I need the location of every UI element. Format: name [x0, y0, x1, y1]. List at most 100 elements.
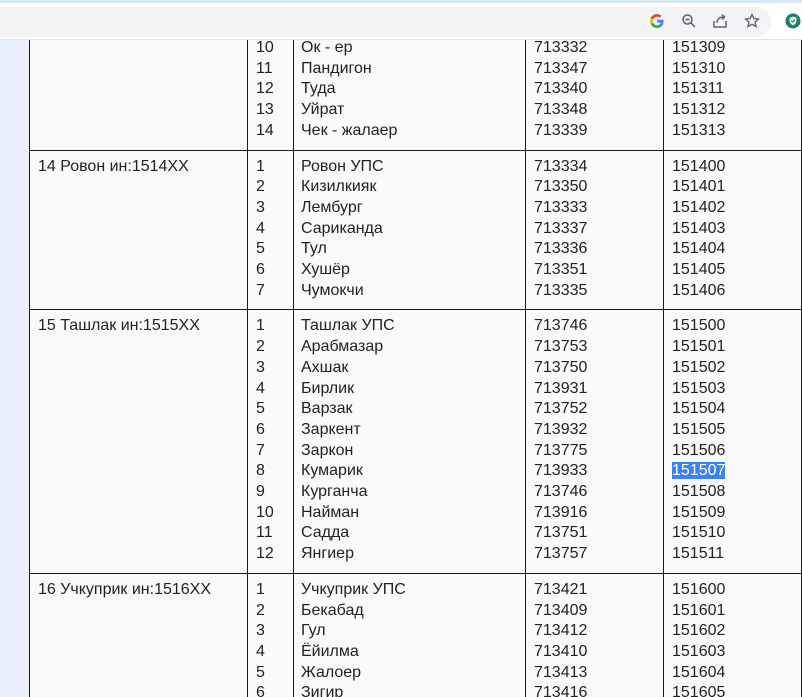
locality-code: 713746	[534, 483, 588, 501]
locality-code-line: 713746	[534, 482, 663, 503]
locality-name: Зигир	[301, 684, 344, 697]
postal-index-line: 151400	[672, 157, 801, 178]
extension-shield-icon[interactable]	[782, 10, 802, 32]
row-number: 5	[256, 240, 265, 258]
locality-code: 713931	[534, 379, 588, 397]
district-row: 16 Учкуприк ин:1516XX 1 2 3 4 5 6 Учкуприк УПС Б…	[29, 572, 802, 697]
postal-index-line: 151508	[672, 482, 801, 503]
locality-name-line: Ташлак УПС	[301, 316, 525, 337]
postal-index-line: 151506	[672, 441, 801, 462]
postal-index: 151313	[672, 121, 726, 139]
postal-index-line: 151401	[672, 177, 801, 198]
locality-code-line: 713413	[534, 663, 663, 684]
locality-code: 713332	[534, 40, 588, 56]
browser-toolbar	[0, 3, 802, 40]
postal-index-line: 151509	[672, 503, 801, 524]
locality-code-line: 713752	[534, 399, 663, 420]
locality-code: 713336	[534, 240, 588, 258]
postal-index: 151400	[672, 157, 726, 175]
postal-index: 151404	[672, 240, 726, 258]
row-number: 1	[256, 317, 265, 335]
page-content: 10 11 12 13 14 Ок - ер Пандигон Туда Уйрат Чек - …	[29, 40, 802, 697]
row-number: 5	[256, 400, 265, 418]
locality-code: 713753	[534, 338, 588, 356]
postal-index: 151601	[672, 601, 726, 619]
locality-code: 713339	[534, 121, 588, 139]
locality-name-line: Ёйилма	[301, 642, 525, 663]
locality-code-line: 713340	[534, 79, 663, 100]
row-number: 1	[256, 157, 265, 175]
postal-index-line: 151504	[672, 399, 801, 420]
row-number: 7	[256, 281, 265, 299]
row-number-line: 5	[256, 663, 293, 684]
row-number: 1	[256, 580, 265, 598]
locality-name-column: Ровон УПС Кизилкияк Лембург Сариканда Тул Хуш…	[293, 149, 526, 311]
postal-index: 151310	[672, 59, 726, 77]
locality-code-line: 713334	[534, 157, 663, 178]
postal-index: 151504	[672, 400, 726, 418]
selected-postal-index: 151507	[672, 462, 726, 480]
postal-index-line: 151312	[672, 100, 801, 121]
locality-code-line: 713746	[534, 316, 663, 337]
district-row: 15 Ташлак ин:1515XX 1 2 3 4 5 6 7 8 9 10 11 12 Ташлак…	[29, 309, 802, 574]
locality-code-line: 713339	[534, 121, 663, 142]
postal-index: 151309	[672, 40, 726, 56]
postal-index-line: 151600	[672, 580, 801, 601]
locality-code-line: 713916	[534, 503, 663, 524]
google-icon[interactable]	[646, 10, 668, 32]
locality-name-line: Бирлик	[301, 379, 525, 400]
locality-name: Ровон УПС	[301, 157, 384, 175]
row-number: 10	[256, 40, 274, 56]
row-number-line: 4	[256, 379, 293, 400]
locality-name-line: Кумарик	[301, 461, 525, 482]
locality-name: Садда	[301, 524, 350, 542]
row-number-line: 10	[256, 503, 293, 524]
locality-name: Ёйилма	[301, 642, 359, 660]
row-number-line: 7	[256, 281, 293, 302]
locality-name-column: Учкуприк УПС Бекабад Гул Ёйилма Жалоер Зигир	[293, 572, 526, 697]
locality-name-line: Чумокчи	[301, 281, 525, 302]
postal-index: 151603	[672, 642, 726, 660]
locality-code: 713775	[534, 441, 588, 459]
row-number: 6	[256, 261, 265, 279]
locality-name-line: Курганча	[301, 482, 525, 503]
zoom-icon[interactable]	[678, 10, 700, 32]
star-icon[interactable]	[741, 10, 763, 32]
postal-index: 151311	[672, 80, 725, 98]
postal-index-line: 151309	[672, 40, 801, 59]
locality-code-line: 713775	[534, 441, 663, 462]
locality-name: Кумарик	[301, 462, 363, 480]
row-number: 3	[256, 198, 265, 216]
locality-code-line: 713347	[534, 59, 663, 80]
row-number-line: 3	[256, 621, 293, 642]
locality-name: Учкуприк УПС	[301, 580, 406, 598]
district-row: 10 11 12 13 14 Ок - ер Пандигон Туда Уйрат Чек - …	[29, 40, 802, 151]
postal-index: 151403	[672, 219, 726, 237]
locality-name-line: Тул	[301, 239, 525, 260]
locality-name-line: Янгиер	[301, 544, 525, 565]
postal-index: 151312	[672, 101, 726, 119]
row-number-line: 10	[256, 40, 293, 59]
locality-code-line: 713348	[534, 100, 663, 121]
postal-index: 151602	[672, 622, 726, 640]
locality-code-line: 713751	[534, 523, 663, 544]
row-number-line: 9	[256, 482, 293, 503]
locality-name-line: Хушёр	[301, 260, 525, 281]
locality-code-line: 713351	[534, 260, 663, 281]
postal-index: 151605	[672, 684, 726, 697]
locality-code: 713410	[534, 642, 588, 660]
locality-name: Кизилкияк	[301, 178, 377, 196]
share-icon[interactable]	[709, 10, 731, 32]
locality-name: Найман	[301, 503, 360, 521]
locality-code-column: 713746 713753 713750 713931 713752 713932 7137…	[525, 309, 664, 574]
locality-code: 713751	[534, 524, 588, 542]
postal-index-line: 151403	[672, 219, 801, 240]
row-number-column: 10 11 12 13 14	[247, 40, 294, 151]
locality-name: Сариканда	[301, 219, 383, 237]
locality-name: Уйрат	[301, 101, 345, 119]
postal-index: 151600	[672, 580, 726, 598]
postal-index-line: 151405	[672, 260, 801, 281]
postal-index-table: 10 11 12 13 14 Ок - ер Пандигон Туда Уйрат Чек - …	[29, 40, 802, 697]
postal-index: 151505	[672, 420, 726, 438]
row-number: 4	[256, 379, 265, 397]
